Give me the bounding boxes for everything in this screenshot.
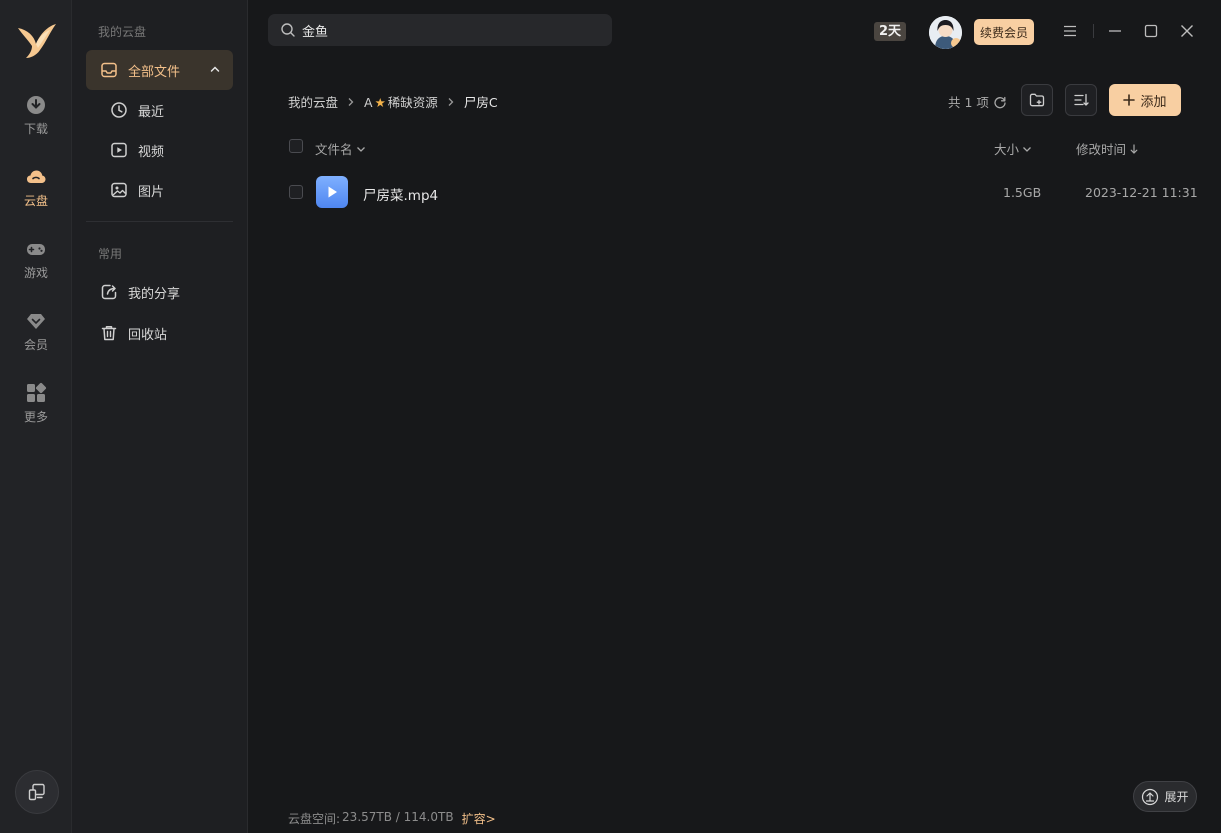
chevron-down-icon bbox=[356, 146, 365, 152]
app-rail: 下载 云盘 游戏 会员 更多 bbox=[0, 0, 72, 833]
sidebar-item-images[interactable]: 图片 bbox=[86, 170, 233, 210]
sidebar-item-images-label: 图片 bbox=[138, 184, 165, 200]
column-header-size[interactable]: 大小 bbox=[994, 139, 1032, 158]
vip-days-badge: 2天 bbox=[874, 22, 907, 41]
sidebar-item-recent[interactable]: 最近 bbox=[86, 90, 233, 130]
avatar-image bbox=[929, 16, 962, 49]
breadcrumb: 我的云盘 A ★ 稀缺资源 尸房C bbox=[288, 92, 498, 111]
video-file-icon bbox=[316, 176, 348, 208]
breadcrumb-level1-name: 稀缺资源 bbox=[387, 95, 438, 110]
clock-icon bbox=[111, 102, 127, 118]
diamond-icon bbox=[27, 314, 45, 329]
cloud-icon bbox=[27, 170, 46, 183]
breadcrumb-level1[interactable]: A ★ 稀缺资源 bbox=[364, 92, 438, 111]
column-header-name[interactable]: 文件名 bbox=[315, 139, 366, 158]
sidebar: 我的云盘 全部文件 最近 视频 图片 常用 我的分享 回收站 bbox=[72, 0, 248, 833]
rail-more[interactable]: 更多 bbox=[0, 382, 72, 438]
expand-button-label: 展开 bbox=[1164, 790, 1189, 804]
devices-icon bbox=[28, 783, 45, 801]
trash-icon bbox=[101, 326, 117, 341]
image-icon bbox=[111, 182, 127, 198]
breadcrumb-root[interactable]: 我的云盘 bbox=[288, 92, 338, 111]
storage-label: 云盘空间: bbox=[288, 812, 341, 826]
maximize-icon[interactable] bbox=[1142, 22, 1160, 40]
gamepad-icon bbox=[27, 244, 45, 255]
breadcrumb-level1-prefix: A bbox=[364, 95, 373, 110]
sidebar-item-my-shares-label: 我的分享 bbox=[128, 286, 181, 302]
sidebar-item-video[interactable]: 视频 bbox=[86, 130, 233, 170]
device-switch-button[interactable] bbox=[15, 770, 59, 814]
play-icon bbox=[328, 186, 337, 198]
expand-storage-link[interactable]: 扩容> bbox=[462, 810, 496, 827]
add-button-label: 添加 bbox=[1140, 94, 1167, 110]
file-name[interactable]: 尸房菜.mp4 bbox=[363, 184, 438, 204]
storage-value: 23.57TB / 114.0TB bbox=[342, 810, 454, 824]
rail-label-games: 游戏 bbox=[23, 266, 48, 280]
plus-icon bbox=[1123, 94, 1136, 106]
rail-vip[interactable]: 会员 bbox=[0, 310, 72, 366]
rail-cloud[interactable]: 云盘 bbox=[0, 166, 72, 222]
folder-plus-icon bbox=[1029, 93, 1045, 107]
sidebar-section-my-cloud: 我的云盘 bbox=[98, 25, 147, 39]
column-header-modified-label: 修改时间 bbox=[1076, 142, 1127, 157]
share-icon bbox=[101, 284, 117, 300]
star-icon: ★ bbox=[374, 95, 386, 110]
chevron-down-icon bbox=[1023, 146, 1031, 152]
search-icon bbox=[281, 23, 295, 37]
chevron-right-icon bbox=[348, 97, 354, 106]
file-modified-time: 2023-12-21 11:31 bbox=[1085, 185, 1198, 200]
window-controls-divider bbox=[1093, 24, 1094, 38]
sidebar-item-video-label: 视频 bbox=[138, 144, 165, 160]
new-folder-button[interactable] bbox=[1021, 84, 1053, 116]
rail-download[interactable]: 下载 bbox=[0, 94, 72, 150]
chevron-up-icon[interactable] bbox=[209, 63, 221, 75]
renew-vip-button[interactable]: 续费会员 bbox=[974, 19, 1034, 45]
rail-label-download: 下载 bbox=[23, 122, 48, 136]
item-count: 共 1 项 bbox=[948, 92, 1007, 111]
add-button[interactable]: 添加 bbox=[1109, 84, 1181, 116]
rail-label-cloud: 云盘 bbox=[23, 194, 48, 208]
refresh-icon[interactable] bbox=[993, 95, 1007, 109]
rail-label-more: 更多 bbox=[23, 410, 48, 424]
rail-label-vip: 会员 bbox=[23, 338, 48, 352]
sidebar-item-recent-label: 最近 bbox=[138, 104, 165, 120]
upload-circle-icon bbox=[1142, 788, 1159, 805]
video-icon bbox=[111, 142, 127, 158]
avatar[interactable] bbox=[929, 16, 962, 49]
close-icon[interactable] bbox=[1178, 22, 1196, 40]
sort-icon bbox=[1074, 93, 1089, 106]
sidebar-item-recycle-bin[interactable]: 回收站 bbox=[86, 313, 233, 353]
arrow-down-icon bbox=[1130, 143, 1138, 154]
menu-icon[interactable] bbox=[1061, 22, 1079, 40]
chevron-right-icon bbox=[448, 97, 454, 106]
sidebar-item-my-shares[interactable]: 我的分享 bbox=[86, 272, 233, 312]
app-logo-bird-icon[interactable] bbox=[14, 18, 58, 62]
download-icon bbox=[27, 96, 45, 114]
rail-games[interactable]: 游戏 bbox=[0, 238, 72, 294]
search-box[interactable] bbox=[268, 14, 612, 46]
sort-button[interactable] bbox=[1065, 84, 1097, 116]
sidebar-section-common: 常用 bbox=[98, 247, 123, 261]
sidebar-divider bbox=[86, 221, 233, 222]
search-input[interactable] bbox=[302, 22, 592, 38]
item-count-label: 共 1 项 bbox=[948, 95, 989, 110]
column-header-size-label: 大小 bbox=[994, 142, 1020, 157]
minimize-icon[interactable] bbox=[1106, 22, 1124, 40]
sidebar-item-recycle-bin-label: 回收站 bbox=[128, 327, 168, 343]
file-size: 1.5GB bbox=[1003, 185, 1042, 200]
storage-info: 云盘空间: 23.57TB / 114.0TB 扩容> bbox=[288, 810, 496, 827]
select-all-checkbox[interactable] bbox=[289, 139, 303, 153]
sidebar-item-all-files-label: 全部文件 bbox=[128, 64, 181, 80]
expand-transfer-button[interactable]: 展开 bbox=[1133, 781, 1197, 812]
column-header-name-label: 文件名 bbox=[315, 142, 353, 157]
sidebar-item-all-files[interactable]: 全部文件 bbox=[86, 50, 233, 90]
apps-grid-icon bbox=[27, 382, 47, 402]
inbox-icon bbox=[101, 62, 117, 78]
column-header-modified[interactable]: 修改时间 bbox=[1076, 139, 1139, 158]
breadcrumb-current: 尸房C bbox=[463, 95, 498, 110]
row-checkbox[interactable] bbox=[289, 185, 303, 199]
